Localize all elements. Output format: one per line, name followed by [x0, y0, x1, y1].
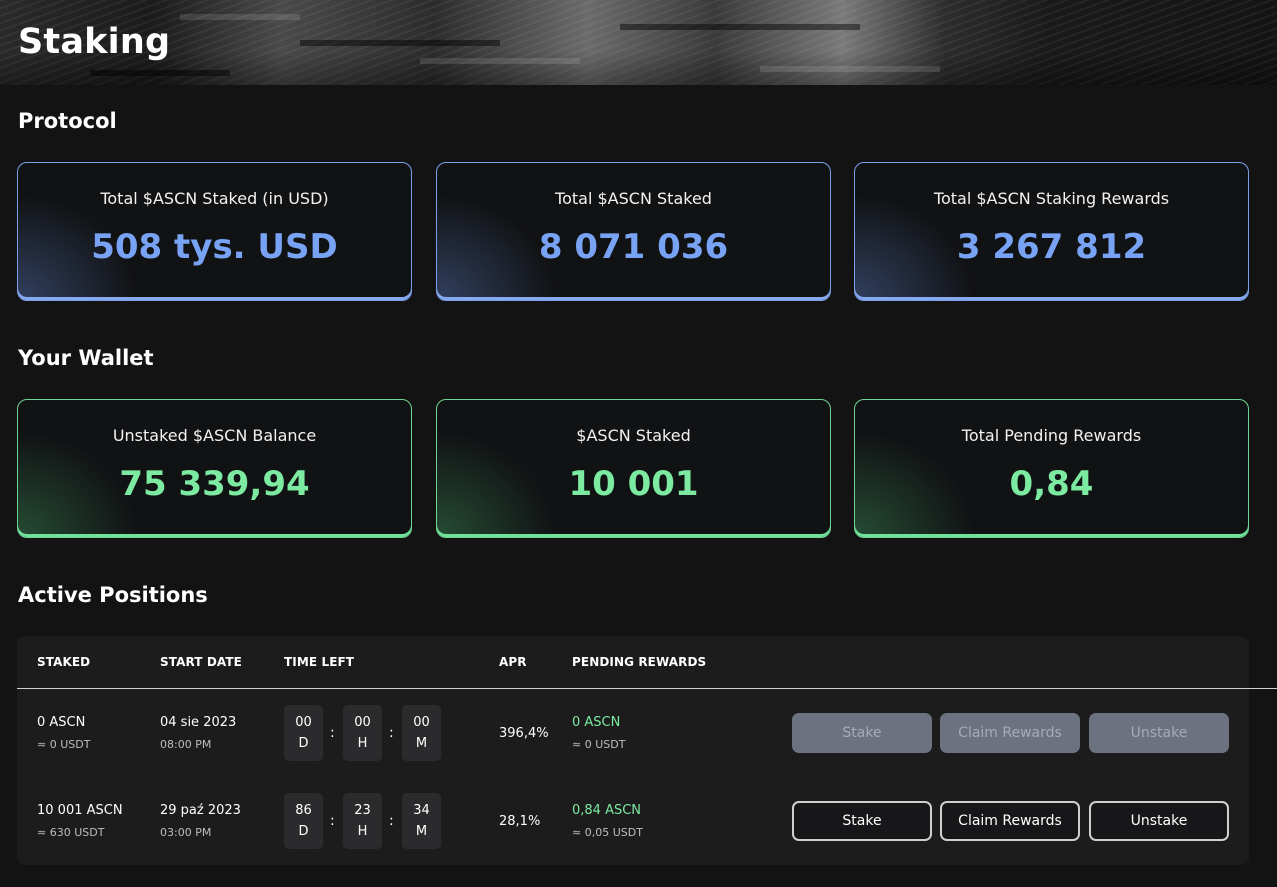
pending-rewards-usdt: ≈ 0,05 USDT	[572, 826, 643, 839]
countdown-days-value: 00	[295, 715, 312, 730]
stake-button[interactable]: Stake	[792, 713, 932, 753]
wallet-card-label: Unstaked $ASCN Balance	[112, 426, 317, 445]
wallet-card-unstaked-balance: Unstaked $ASCN Balance 75 339,94	[17, 399, 412, 538]
wallet-card-value: 0,84	[1009, 464, 1094, 504]
countdown-minutes-unit: M	[415, 824, 428, 839]
claim-rewards-button[interactable]: Claim Rewards	[940, 801, 1080, 841]
countdown-days-value: 86	[295, 803, 312, 818]
banner-glitch	[420, 58, 580, 64]
start-date: 04 sie 2023	[160, 715, 237, 730]
countdown-hours-unit: H	[357, 824, 368, 839]
pending-rewards: 0,84 ASCN	[572, 803, 642, 818]
wallet-card-staked: $ASCN Staked 10 001	[436, 399, 831, 538]
header-banner	[0, 0, 1277, 85]
staked-usdt: ≈ 0 USDT	[37, 738, 91, 751]
positions-table: STAKED START DATE TIME LEFT APR PENDING …	[17, 636, 1277, 865]
countdown-separator: :	[330, 725, 335, 741]
countdown-days: 00 D	[284, 705, 323, 761]
column-header-start-date: START DATE	[160, 655, 242, 669]
banner-glitch	[620, 24, 860, 30]
start-time: 03:00 PM	[160, 826, 212, 839]
pending-rewards-usdt: ≈ 0 USDT	[572, 738, 626, 751]
page-title: Staking	[18, 22, 171, 62]
unstake-button[interactable]: Unstake	[1089, 801, 1229, 841]
column-header-pending-rewards: PENDING REWARDS	[572, 655, 707, 669]
stat-card-total-rewards: Total $ASCN Staking Rewards 3 267 812	[854, 162, 1249, 301]
section-title-protocol: Protocol	[18, 109, 117, 133]
column-header-apr: APR	[499, 655, 527, 669]
stat-card-value: 508 tys. USD	[91, 227, 338, 267]
wallet-card-value: 75 339,94	[119, 464, 310, 504]
stat-card-label: Total $ASCN Staked	[555, 189, 712, 208]
stat-card-total-staked-usd: Total $ASCN Staked (in USD) 508 tys. USD	[17, 162, 412, 301]
stat-card-label: Total $ASCN Staking Rewards	[933, 189, 1170, 208]
apr-value: 28,1%	[499, 814, 541, 829]
countdown-days: 86 D	[284, 793, 323, 849]
countdown-hours-unit: H	[357, 736, 368, 751]
column-header-staked: STAKED	[37, 655, 91, 669]
stat-card-value: 8 071 036	[538, 227, 729, 267]
countdown-separator: :	[389, 813, 394, 829]
claim-rewards-button[interactable]: Claim Rewards	[940, 713, 1080, 753]
banner-glitch	[300, 40, 500, 46]
staked-amount: 0 ASCN	[37, 715, 86, 730]
wallet-card-pending-rewards: Total Pending Rewards 0,84	[854, 399, 1249, 538]
stake-button[interactable]: Stake	[792, 801, 932, 841]
countdown-days-unit: D	[298, 824, 309, 839]
start-date: 29 paź 2023	[160, 803, 241, 818]
banner-glitch	[180, 14, 300, 20]
countdown-hours-value: 00	[354, 715, 371, 730]
wallet-card-label: $ASCN Staked	[576, 426, 691, 445]
header-divider	[17, 688, 1277, 689]
countdown-minutes: 00 M	[402, 705, 441, 761]
countdown-hours: 00 H	[343, 705, 382, 761]
banner-glitch	[90, 70, 230, 76]
unstake-button[interactable]: Unstake	[1089, 713, 1229, 753]
stat-card-label: Total $ASCN Staked (in USD)	[100, 189, 329, 208]
wallet-card-label: Total Pending Rewards	[961, 426, 1142, 445]
section-title-wallet: Your Wallet	[18, 346, 154, 370]
staked-amount: 10 001 ASCN	[37, 803, 123, 818]
countdown-separator: :	[389, 725, 394, 741]
staked-usdt: ≈ 630 USDT	[37, 826, 105, 839]
column-header-time-left: TIME LEFT	[284, 655, 355, 669]
countdown-separator: :	[330, 813, 335, 829]
countdown-minutes-value: 00	[413, 715, 430, 730]
countdown-hours: 23 H	[343, 793, 382, 849]
countdown-hours-value: 23	[354, 803, 371, 818]
wallet-card-value: 10 001	[568, 464, 699, 504]
stat-card-value: 3 267 812	[956, 227, 1147, 267]
countdown-minutes-unit: M	[415, 736, 428, 751]
countdown-minutes-value: 34	[413, 803, 430, 818]
countdown-minutes: 34 M	[402, 793, 441, 849]
banner-glitch	[760, 66, 940, 72]
stat-card-total-staked: Total $ASCN Staked 8 071 036	[436, 162, 831, 301]
pending-rewards: 0 ASCN	[572, 715, 621, 730]
start-time: 08:00 PM	[160, 738, 212, 751]
section-title-positions: Active Positions	[18, 583, 208, 607]
apr-value: 396,4%	[499, 726, 549, 741]
countdown-days-unit: D	[298, 736, 309, 751]
